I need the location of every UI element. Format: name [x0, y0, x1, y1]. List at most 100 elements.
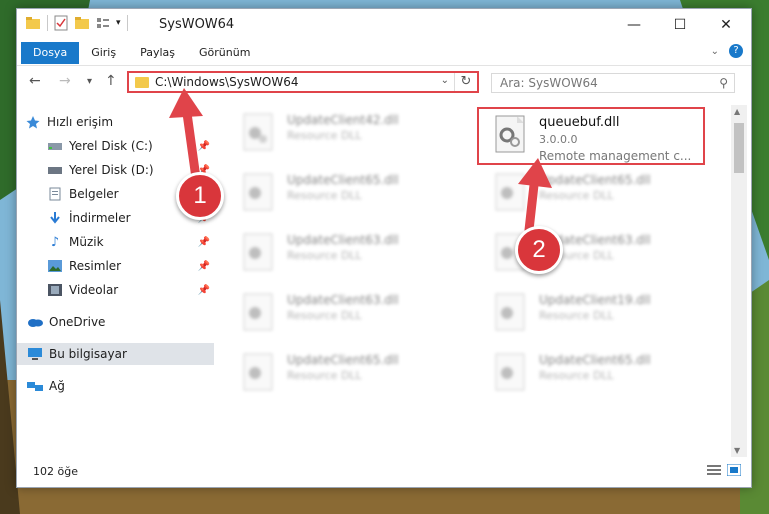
search-input[interactable]: Ara: SysWOW64 ⚲ — [491, 73, 735, 93]
sidebar-item-music[interactable]: ♪ Müzik 📌 — [17, 231, 214, 253]
file-tile[interactable]: UpdateClient65.dll Resource DLL — [225, 167, 445, 217]
file-description: Resource DLL — [287, 309, 362, 322]
vertical-scrollbar[interactable]: ▲ ▼ — [731, 105, 747, 457]
file-tile[interactable]: UpdateClient65.dll Resource DLL — [477, 347, 697, 397]
properties-icon[interactable] — [54, 15, 68, 31]
download-icon — [47, 211, 63, 225]
sidebar-item-label: Hızlı erişim — [47, 115, 114, 129]
drive-icon — [47, 163, 63, 177]
file-tile[interactable]: UpdateClient65.dll Resource DLL — [225, 347, 445, 397]
title-bar: ▾ SysWOW64 — ☐ ✕ — [17, 9, 751, 41]
sidebar-item-label: Yerel Disk (C:) — [69, 139, 153, 153]
tab-home[interactable]: Giriş — [79, 42, 128, 64]
sidebar-item-network[interactable]: Ağ — [17, 375, 214, 397]
maximize-button[interactable]: ☐ — [657, 9, 703, 41]
sidebar-item-local-disk-c[interactable]: Yerel Disk (C:) 📌 — [17, 135, 214, 157]
pin-icon[interactable]: 📌 — [198, 285, 210, 296]
help-icon[interactable]: ? — [729, 44, 743, 58]
file-name: UpdateClient42.dll — [287, 113, 399, 127]
network-icon — [27, 379, 43, 393]
tab-file[interactable]: Dosya — [21, 42, 80, 64]
file-tile[interactable]: UpdateClient65.dll Resource DLL — [477, 167, 697, 217]
folder-icon[interactable] — [25, 16, 41, 30]
pin-icon[interactable]: 📌 — [198, 261, 210, 272]
sidebar-item-label: İndirmeler — [69, 211, 131, 225]
new-folder-icon[interactable] — [74, 16, 90, 30]
tab-view[interactable]: Görünüm — [187, 42, 262, 64]
file-name: UpdateClient65.dll — [539, 353, 651, 367]
dll-file-icon — [243, 353, 273, 391]
large-icons-view-icon[interactable] — [727, 464, 741, 476]
sidebar-item-label: Yerel Disk (D:) — [69, 163, 154, 177]
step-badge-2: 2 — [515, 226, 563, 274]
forward-button[interactable]: → — [59, 73, 71, 89]
dll-file-icon — [243, 113, 273, 151]
sidebar-item-videos[interactable]: Videolar 📌 — [17, 279, 214, 301]
scrollbar-thumb[interactable] — [734, 123, 744, 173]
file-description: Resource DLL — [287, 249, 362, 262]
view-options-icon[interactable] — [96, 16, 110, 30]
search-placeholder: Ara: SysWOW64 — [500, 76, 598, 90]
dll-file-icon — [495, 353, 525, 391]
address-bar[interactable]: C:\Windows\SysWOW64 ⌄ ↻ — [127, 71, 479, 93]
folder-icon — [135, 76, 149, 88]
file-description: Resource DLL — [539, 369, 614, 382]
sidebar-item-label: Resimler — [69, 259, 122, 273]
drive-icon — [47, 139, 63, 153]
up-button[interactable]: ↑ — [105, 73, 117, 89]
tab-share[interactable]: Paylaş — [128, 42, 187, 64]
file-description: Resource DLL — [287, 369, 362, 382]
qat-dropdown-icon[interactable]: ▾ — [116, 18, 121, 28]
file-tile[interactable]: UpdateClient63.dll Resource DLL — [225, 227, 445, 277]
dll-file-icon — [243, 293, 273, 331]
sidebar-item-label: Müzik — [69, 235, 104, 249]
search-icon: ⚲ — [719, 76, 728, 90]
pictures-icon — [47, 259, 63, 273]
scroll-up-icon[interactable]: ▲ — [734, 107, 740, 116]
dll-file-icon — [243, 173, 273, 211]
file-tile[interactable]: UpdateClient19.dll Resource DLL — [477, 287, 697, 337]
dll-file-icon — [243, 233, 273, 271]
star-icon — [25, 115, 41, 129]
file-description: Resource DLL — [287, 129, 362, 142]
address-path[interactable]: C:\Windows\SysWOW64 — [155, 75, 299, 89]
file-name: UpdateClient65.dll — [539, 173, 651, 187]
file-description: Resource DLL — [539, 309, 614, 322]
toolbar-separator — [47, 15, 48, 31]
videos-icon — [47, 283, 63, 297]
expand-ribbon-icon[interactable]: ⌄ — [711, 46, 719, 57]
refresh-button[interactable]: ↻ — [454, 73, 477, 91]
details-view-icon[interactable] — [707, 464, 721, 476]
file-tile[interactable]: UpdateClient42.dll Resource DLL — [225, 107, 445, 157]
close-button[interactable]: ✕ — [703, 9, 749, 41]
navigation-pane: Hızlı erişim Yerel Disk (C:) 📌 Yerel Dis… — [17, 105, 214, 455]
file-highlight-box — [477, 107, 705, 165]
status-bar: 102 öğe — [17, 461, 751, 483]
address-dropdown-icon[interactable]: ⌄ — [441, 75, 449, 86]
pin-icon[interactable]: 📌 — [198, 237, 210, 248]
documents-icon — [47, 187, 63, 201]
sidebar-item-pictures[interactable]: Resimler 📌 — [17, 255, 214, 277]
sidebar-item-label: Belgeler — [69, 187, 119, 201]
back-button[interactable]: ← — [29, 73, 41, 89]
file-description: Resource DLL — [539, 189, 614, 202]
file-tile[interactable]: UpdateClient63.dll Resource DLL — [225, 287, 445, 337]
file-tile[interactable]: UpdateClient63.dll Resource DLL — [477, 227, 697, 277]
file-name: UpdateClient63.dll — [287, 293, 399, 307]
navigation-bar: ← → ▾ ↑ C:\Windows\SysWOW64 ⌄ ↻ Ara: Sys… — [17, 67, 751, 97]
file-name: UpdateClient65.dll — [287, 353, 399, 367]
scroll-down-icon[interactable]: ▼ — [734, 446, 740, 455]
pin-icon[interactable]: 📌 — [198, 141, 210, 152]
sidebar-item-quick-access[interactable]: Hızlı erişim — [25, 111, 222, 133]
file-description: Resource DLL — [287, 189, 362, 202]
dll-file-icon — [495, 173, 525, 211]
recent-locations-button[interactable]: ▾ — [87, 76, 92, 87]
sidebar-item-label: Bu bilgisayar — [49, 347, 127, 361]
sidebar-item-label: Videolar — [69, 283, 119, 297]
sidebar-item-label: OneDrive — [49, 315, 106, 329]
quick-access-toolbar: ▾ — [25, 15, 128, 31]
sidebar-item-this-pc[interactable]: Bu bilgisayar — [17, 343, 214, 365]
ribbon-tabs: Dosya Giriş Paylaş Görünüm ⌄ ? — [17, 41, 751, 66]
sidebar-item-onedrive[interactable]: OneDrive — [17, 311, 214, 333]
minimize-button[interactable]: — — [611, 9, 657, 41]
